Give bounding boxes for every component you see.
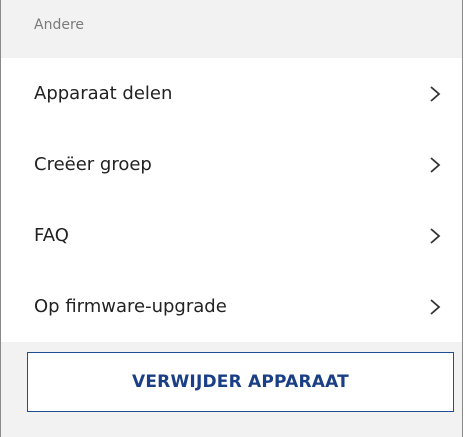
- chevron-right-icon: [428, 84, 442, 104]
- delete-device-label: VERWIJDER APPARAAT: [132, 372, 349, 392]
- chevron-right-icon: [428, 297, 442, 317]
- options-list: Apparaat delen Creëer groep FAQ Op firmw…: [1, 58, 462, 342]
- list-item-firmware-upgrade[interactable]: Op firmware-upgrade: [1, 271, 462, 342]
- actions-area: VERWIJDER APPARAAT: [1, 342, 462, 437]
- list-item-faq[interactable]: FAQ: [1, 200, 462, 271]
- settings-panel: Andere Apparaat delen Creëer groep FAQ O…: [0, 0, 463, 437]
- section-header: Andere: [1, 0, 462, 58]
- list-item-create-group[interactable]: Creëer groep: [1, 129, 462, 200]
- list-item-share-device[interactable]: Apparaat delen: [1, 58, 462, 129]
- section-title: Andere: [34, 17, 85, 33]
- list-item-label: Creëer groep: [34, 154, 152, 175]
- chevron-right-icon: [428, 155, 442, 175]
- delete-device-button[interactable]: VERWIJDER APPARAAT: [27, 352, 454, 412]
- list-item-label: Apparaat delen: [34, 83, 173, 104]
- list-item-label: Op firmware-upgrade: [34, 296, 227, 317]
- chevron-right-icon: [428, 226, 442, 246]
- list-item-label: FAQ: [34, 225, 69, 246]
